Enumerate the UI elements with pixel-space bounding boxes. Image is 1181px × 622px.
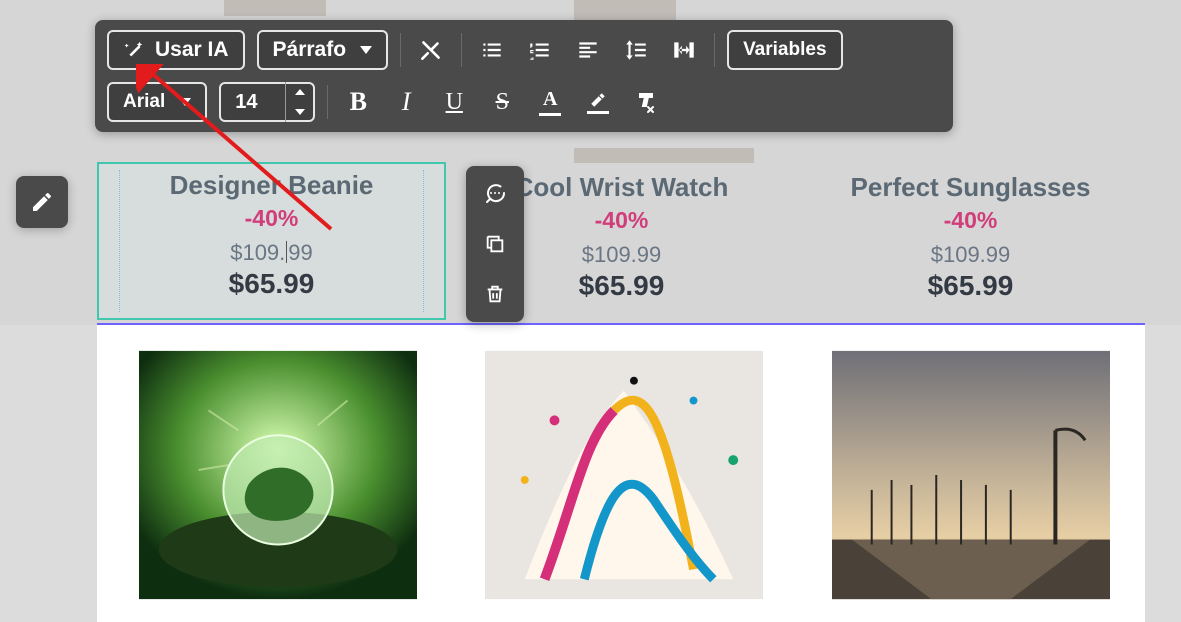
- text-color-glyph: A: [543, 88, 557, 111]
- clear-format-button[interactable]: [413, 32, 449, 68]
- text-color-button[interactable]: A: [532, 84, 568, 120]
- delete-button[interactable]: [475, 274, 515, 314]
- column-width-icon: [671, 37, 697, 63]
- trash-icon: [484, 283, 506, 305]
- product-card[interactable]: Perfect Sunglasses -40% $109.99 $65.99: [796, 164, 1145, 322]
- highlight-color-bar: [587, 111, 609, 114]
- list-ul-button[interactable]: [474, 32, 510, 68]
- toolbar-divider: [400, 33, 401, 67]
- copy-button[interactable]: [475, 224, 515, 264]
- font-size-up[interactable]: [286, 82, 313, 102]
- use-ai-button[interactable]: Usar IA: [107, 30, 245, 70]
- highlight-button[interactable]: [580, 84, 616, 120]
- align-icon: [575, 37, 601, 63]
- paragraph-label: Párrafo: [273, 38, 347, 62]
- product-discount: -40%: [944, 207, 998, 234]
- paragraph-select[interactable]: Párrafo: [257, 30, 389, 70]
- line-height-button[interactable]: [618, 32, 654, 68]
- product-discount: -40%: [595, 207, 649, 234]
- font-size-input[interactable]: [235, 91, 285, 114]
- variables-label: Variables: [743, 39, 826, 61]
- ghost-product-image: [574, 148, 754, 163]
- toolbar-divider: [714, 33, 715, 67]
- comment-button[interactable]: [475, 174, 515, 214]
- product-old-price: $109.99: [582, 242, 662, 268]
- font-family-label: Arial: [123, 91, 165, 113]
- toolbar-divider: [327, 85, 328, 119]
- block-context-popover: [466, 166, 524, 322]
- remove-style-icon: [634, 90, 658, 114]
- comment-icon: [483, 182, 507, 206]
- strike-button[interactable]: S: [484, 84, 520, 120]
- chevron-down-icon: [295, 109, 305, 115]
- product-title: Perfect Sunglasses: [851, 172, 1091, 203]
- image-row: [97, 342, 1145, 607]
- font-size-down[interactable]: [286, 102, 313, 122]
- text-color-bar: [539, 113, 561, 116]
- product-image[interactable]: [832, 342, 1110, 607]
- product-card-selected[interactable]: Designer Beanie -40% $109.99 $65.99: [97, 162, 446, 320]
- ghost-product-image: [224, 0, 326, 16]
- toolbar-divider: [461, 33, 462, 67]
- list-ol-icon: [527, 37, 553, 63]
- text-toolbar: Usar IA Párrafo: [95, 20, 953, 132]
- product-title: Cool Wrist Watch: [515, 172, 729, 203]
- clear-format-icon: [418, 37, 444, 63]
- chevron-down-icon: [360, 46, 372, 54]
- pencil-icon: [30, 190, 54, 214]
- chevron-up-icon: [295, 89, 305, 95]
- column-width-button[interactable]: [666, 32, 702, 68]
- highlight-icon: [588, 91, 608, 109]
- selection-guides: [119, 170, 424, 312]
- variables-button[interactable]: Variables: [727, 30, 842, 70]
- chevron-down-icon: [179, 98, 191, 106]
- list-ol-button[interactable]: [522, 32, 558, 68]
- copy-icon: [484, 233, 506, 255]
- line-height-icon: [623, 37, 649, 63]
- product-image[interactable]: [485, 342, 763, 607]
- remove-style-button[interactable]: [628, 84, 664, 120]
- italic-button[interactable]: I: [388, 84, 424, 120]
- ghost-product-image: [574, 0, 676, 22]
- product-price: $65.99: [928, 270, 1014, 302]
- use-ai-label: Usar IA: [155, 38, 229, 62]
- font-family-select[interactable]: Arial: [107, 82, 207, 122]
- product-image[interactable]: [139, 342, 417, 607]
- wand-icon: [123, 39, 145, 61]
- underline-button[interactable]: U: [436, 84, 472, 120]
- bold-button[interactable]: B: [340, 84, 376, 120]
- font-size-stepper[interactable]: [219, 82, 315, 122]
- product-old-price: $109.99: [931, 242, 1011, 268]
- align-button[interactable]: [570, 32, 606, 68]
- product-price: $65.99: [579, 270, 665, 302]
- edit-panel-button[interactable]: [16, 176, 68, 228]
- list-ul-icon: [479, 37, 505, 63]
